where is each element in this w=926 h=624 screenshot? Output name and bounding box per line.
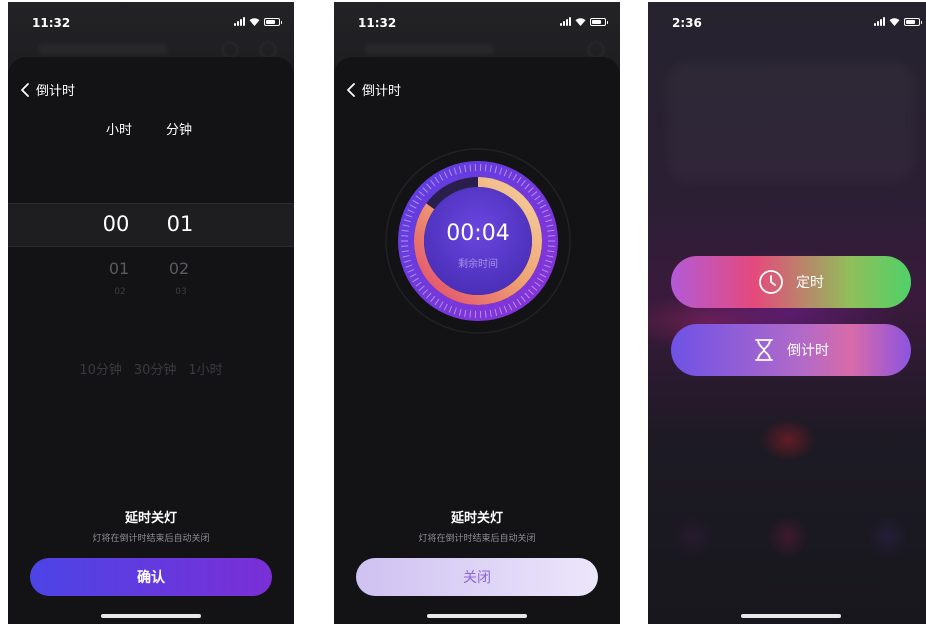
countdown-dial: 00:04 剩余时间 [384, 147, 572, 335]
hour-next-value: 01 [108, 259, 130, 278]
signal-icon [560, 17, 571, 26]
home-indicator [101, 614, 201, 618]
blurred-background-title [38, 44, 168, 54]
preset-10-minutes[interactable]: 10分钟 [79, 359, 122, 378]
countdown-sheet: 倒计时 小时 分钟 00 01 02 01 02 03 10分钟 30分钟 1小… [8, 57, 294, 624]
battery-icon [904, 17, 922, 26]
picker-selection-band [8, 203, 294, 247]
countdown-setup-screen: 11:32 倒计时 小时 分钟 00 01 02 01 02 03 10分钟 3… [8, 2, 294, 624]
back-button[interactable]: 倒计时 [346, 80, 401, 99]
chevron-left-icon [347, 82, 355, 97]
minute-selected-value: 01 [166, 212, 194, 236]
back-label: 倒计时 [36, 84, 76, 99]
status-bar: 11:32 [334, 2, 620, 42]
delay-off-title: 延时关灯 [124, 511, 177, 526]
signal-icon [874, 17, 885, 26]
close-button[interactable]: 关闭 [356, 558, 598, 596]
preset-1-hour[interactable]: 1小时 [188, 359, 222, 378]
timer-button[interactable]: 定时 [671, 256, 911, 308]
battery-icon [264, 17, 282, 26]
minute-column-header: 分钟 [166, 123, 193, 138]
status-time: 11:32 [32, 16, 71, 30]
home-indicator [427, 614, 527, 618]
wifi-icon [889, 18, 900, 26]
preset-30-minutes[interactable]: 30分钟 [134, 359, 177, 378]
blurred-background-icon [588, 42, 604, 58]
hour-next2-value: 02 [114, 287, 126, 297]
remaining-time-value: 00:04 [446, 221, 510, 246]
hourglass-icon [755, 339, 773, 361]
blurred-background-icon [260, 42, 276, 58]
blurred-background-title [364, 44, 494, 54]
hour-selected-value: 00 [102, 212, 130, 236]
delay-off-title: 延时关灯 [450, 511, 503, 526]
timer-label: 定时 [796, 275, 824, 291]
status-time: 2:36 [672, 16, 702, 30]
wifi-icon [575, 18, 586, 26]
countdown-sheet: 倒计时 00:04 剩余时间 延时关灯 灯将在倒计时结束后自动关闭 关闭 [334, 57, 620, 624]
delay-off-description: 灯将在倒计时结束后自动关闭 [92, 534, 210, 544]
clock-icon [759, 270, 783, 294]
minute-next2-value: 03 [175, 287, 187, 297]
status-bar: 2:36 [648, 2, 926, 42]
status-time: 11:32 [358, 16, 397, 30]
status-bar: 11:32 [8, 2, 294, 42]
blurred-background-icon [222, 42, 238, 58]
battery-icon [590, 17, 608, 26]
signal-icon [234, 17, 245, 26]
countdown-label: 倒计时 [787, 343, 829, 359]
minute-next-value: 02 [168, 259, 190, 278]
confirm-button[interactable]: 确认 [30, 558, 272, 596]
countdown-button[interactable]: 倒计时 [671, 324, 911, 376]
back-button[interactable]: 倒计时 [20, 80, 75, 99]
back-label: 倒计时 [362, 84, 402, 99]
preset-options: 10分钟 30分钟 1小时 [8, 359, 294, 378]
chevron-left-icon [21, 82, 29, 97]
countdown-running-screen: 11:32 倒计时 00:04 剩余时间 延时关灯 灯将在倒计时结束后自动关闭 … [334, 2, 620, 624]
home-indicator [741, 614, 841, 618]
remaining-time-label: 剩余时间 [458, 259, 498, 270]
delay-off-description: 灯将在倒计时结束后自动关闭 [418, 534, 536, 544]
hour-column-header: 小时 [106, 123, 133, 138]
wifi-icon [249, 18, 260, 26]
mode-select-screen: 2:36 定时 倒计时 [648, 2, 926, 624]
blurred-background-card [668, 62, 914, 182]
